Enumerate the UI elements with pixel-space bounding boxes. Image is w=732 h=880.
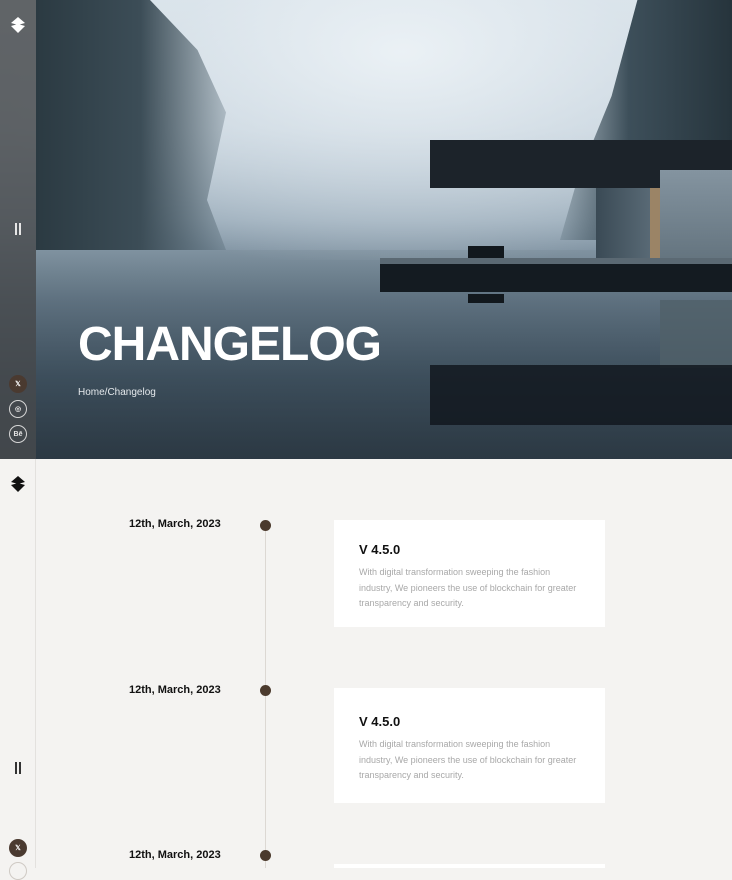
hero-banner: CHANGELOG Home/Changelog: [0, 0, 732, 459]
timeline-dot: [260, 685, 271, 696]
instagram-icon[interactable]: [9, 862, 27, 880]
changelog-card: V 4.5.0 With digital transformation swee…: [334, 688, 605, 803]
hero-reflection-box: [468, 294, 504, 303]
card-description: With digital transformation sweeping the…: [359, 567, 577, 608]
hero-house-box: [468, 246, 504, 258]
card-version: V 4.5.0: [359, 542, 401, 557]
entry-date: 12th, March, 2023: [129, 684, 221, 696]
sidebar-sticky: 𝕏: [0, 459, 36, 880]
x-twitter-icon[interactable]: 𝕏: [9, 375, 27, 393]
hero-house-block: [660, 170, 732, 260]
menu-toggle-icon[interactable]: [13, 223, 23, 235]
hero-reflection-roof: [430, 365, 732, 425]
timeline-dot: [260, 520, 271, 531]
x-twitter-icon[interactable]: 𝕏: [9, 839, 27, 857]
hero-house-deck-edge: [380, 258, 732, 264]
instagram-icon[interactable]: ◎: [9, 400, 27, 418]
menu-toggle-icon[interactable]: [13, 762, 23, 774]
page-title: CHANGELOG: [78, 318, 382, 371]
sidebar: 𝕏 ◎ Bē: [0, 0, 36, 459]
hero-reflection-block: [660, 300, 732, 368]
changelog-card: [334, 864, 605, 868]
logo-icon[interactable]: [9, 16, 27, 34]
breadcrumb[interactable]: Home/Changelog: [78, 387, 156, 398]
entry-date: 12th, March, 2023: [129, 849, 221, 861]
timeline-line: [265, 525, 266, 868]
logo-icon[interactable]: [9, 475, 27, 493]
changelog-card: V 4.5.0 With digital transformation swee…: [334, 520, 605, 627]
timeline-dot: [260, 850, 271, 861]
behance-icon[interactable]: Bē: [9, 425, 27, 443]
entry-date: 12th, March, 2023: [129, 518, 221, 530]
hero-house-light: [650, 188, 660, 258]
card-version: V 4.5.0: [359, 714, 401, 729]
card-description: With digital transformation sweeping the…: [359, 739, 577, 780]
